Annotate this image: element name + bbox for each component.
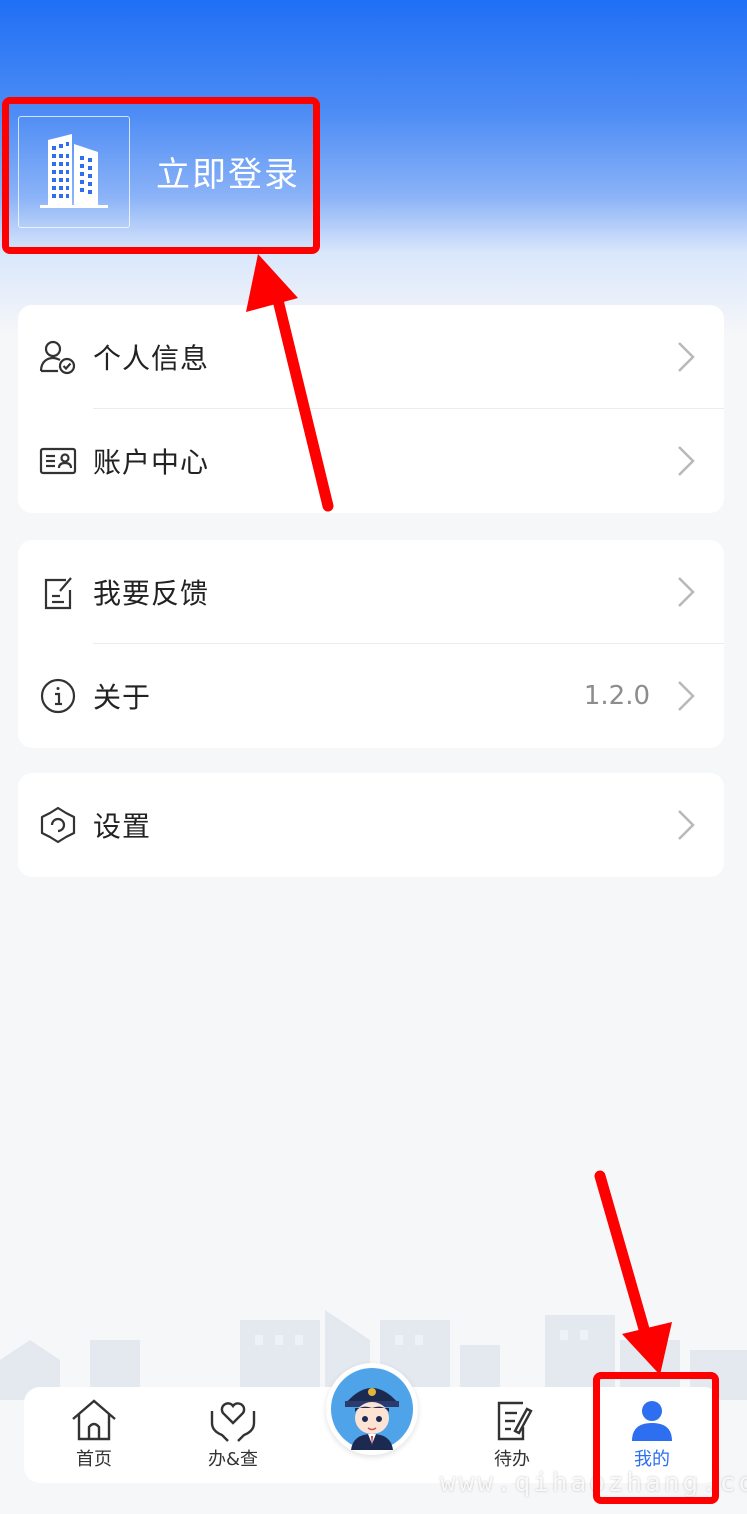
document-edit-icon — [497, 1401, 533, 1441]
heart-hands-icon — [210, 1402, 256, 1442]
menu-item-settings[interactable]: 设置 — [18, 773, 724, 877]
account-card: 个人信息 账户中心 — [18, 305, 724, 513]
chevron-right-icon — [678, 681, 695, 711]
menu-label-settings: 设置 — [93, 810, 152, 843]
menu-item-account-center[interactable]: 账户中心 — [18, 409, 724, 513]
menu-item-feedback[interactable]: 我要反馈 — [18, 540, 724, 644]
tab-label-handle-query: 办&查 — [207, 1449, 259, 1470]
tab-handle-query[interactable]: 办&查 — [183, 1387, 283, 1483]
menu-label-personal-info: 个人信息 — [93, 342, 210, 375]
menu-item-about[interactable]: 关于 1.2.0 — [18, 644, 724, 748]
home-icon — [72, 1399, 116, 1441]
user-check-icon — [38, 337, 78, 377]
chevron-right-icon — [678, 577, 695, 607]
support-card: 我要反馈 关于 1.2.0 — [18, 540, 724, 748]
chevron-right-icon — [678, 810, 695, 840]
id-card-icon — [38, 441, 78, 481]
menu-label-account-center: 账户中心 — [93, 446, 210, 479]
annotation-highlight-login — [2, 97, 320, 254]
edit-note-icon — [38, 572, 78, 612]
assistant-avatar-button[interactable] — [326, 1363, 418, 1455]
settings-card: 设置 — [18, 773, 724, 877]
chevron-right-icon — [678, 342, 695, 372]
menu-label-about: 关于 — [93, 681, 152, 714]
app-version: 1.2.0 — [583, 681, 650, 711]
gear-icon — [38, 805, 78, 845]
tab-home[interactable]: 首页 — [44, 1387, 144, 1483]
menu-item-personal-info[interactable]: 个人信息 — [18, 305, 724, 409]
tab-label-home: 首页 — [76, 1449, 112, 1470]
chevron-right-icon — [678, 446, 695, 476]
officer-avatar-icon — [331, 1368, 413, 1450]
annotation-highlight-mine-tab — [593, 1372, 719, 1504]
info-icon — [38, 676, 78, 716]
menu-label-feedback: 我要反馈 — [93, 577, 210, 610]
